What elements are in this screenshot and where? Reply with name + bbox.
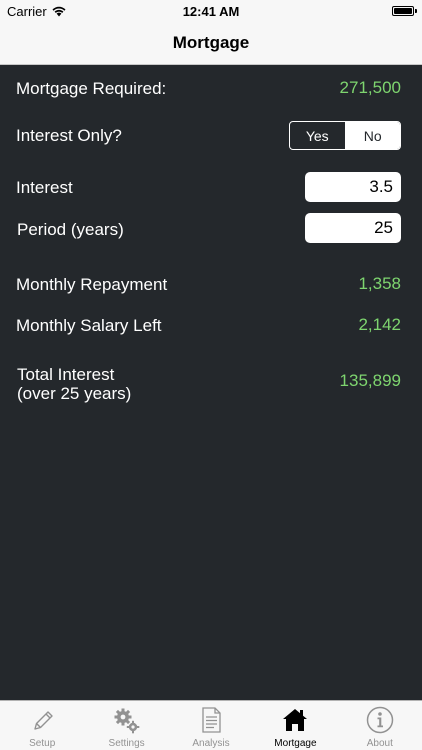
monthly-salary-left-label: Monthly Salary Left <box>16 316 162 335</box>
total-interest-value: 135,899 <box>339 371 401 390</box>
mortgage-required-label: Mortgage Required: <box>16 79 167 98</box>
tab-about-label: About <box>366 738 393 749</box>
battery-tip <box>415 9 417 13</box>
interest-only-no-segment[interactable]: No <box>345 122 400 149</box>
house-icon <box>280 705 310 735</box>
pencil-icon <box>27 705 57 735</box>
tab-bar: Setup Settings Analysis Mortgage About <box>0 700 422 750</box>
interest-input[interactable] <box>305 172 401 202</box>
tab-analysis[interactable]: Analysis <box>169 701 253 750</box>
tab-mortgage[interactable]: Mortgage <box>253 701 337 750</box>
tab-mortgage-label: Mortgage <box>274 738 317 749</box>
mortgage-required-value: 271,500 <box>339 78 401 97</box>
info-icon <box>365 705 395 735</box>
tab-setup-label: Setup <box>29 738 56 749</box>
document-icon <box>196 705 226 735</box>
tab-settings-label: Settings <box>108 738 145 749</box>
period-label: Period (years) <box>17 220 124 239</box>
tab-about[interactable]: About <box>338 701 422 750</box>
tab-analysis-label: Analysis <box>192 738 230 749</box>
interest-only-segmented-control: Yes No <box>289 121 401 150</box>
period-input[interactable] <box>305 213 401 243</box>
gears-icon <box>112 705 142 735</box>
interest-label: Interest <box>16 178 73 197</box>
total-interest-label: Total Interest <box>17 365 115 384</box>
navigation-bar: Mortgage <box>0 22 422 65</box>
battery-icon <box>392 6 414 16</box>
interest-only-yes-segment[interactable]: Yes <box>290 122 346 149</box>
monthly-repayment-value: 1,358 <box>358 274 401 293</box>
monthly-repayment-label: Monthly Repayment <box>16 275 168 294</box>
tab-setup[interactable]: Setup <box>0 701 84 750</box>
mortgage-form: Mortgage Required: 271,500 Interest Only… <box>0 65 422 700</box>
tab-settings[interactable]: Settings <box>84 701 168 750</box>
status-bar: Carrier 12:41 AM <box>0 0 422 22</box>
total-interest-period-label: (over 25 years) <box>17 384 132 403</box>
monthly-salary-left-value: 2,142 <box>358 315 401 334</box>
page-title: Mortgage <box>172 33 250 52</box>
battery-level <box>394 8 412 14</box>
interest-only-label: Interest Only? <box>16 126 122 145</box>
status-time: 12:41 AM <box>182 4 240 19</box>
